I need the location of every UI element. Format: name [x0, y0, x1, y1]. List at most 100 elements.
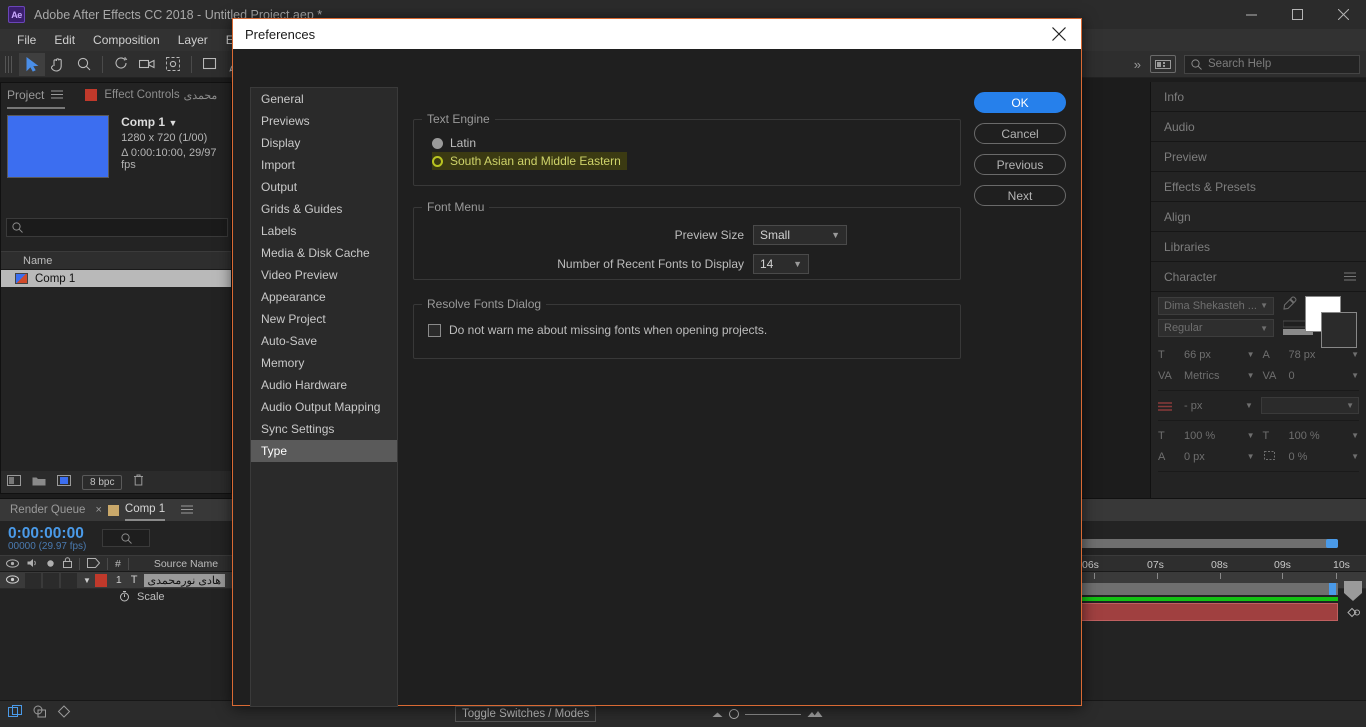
menu-composition[interactable]: Composition	[84, 33, 169, 47]
chevron-down-icon[interactable]: ▼	[1351, 452, 1359, 461]
fill-stroke-color-box[interactable]	[1305, 296, 1357, 348]
panel-menu-icon[interactable]	[181, 501, 194, 519]
pref-item-labels[interactable]: Labels	[251, 220, 397, 242]
pref-item-video-preview[interactable]: Video Preview	[251, 264, 397, 286]
cancel-button[interactable]: Cancel	[974, 123, 1066, 144]
panel-effects-presets[interactable]: Effects & Presets	[1151, 172, 1366, 202]
hand-tool[interactable]	[45, 53, 71, 76]
selection-tool[interactable]	[19, 52, 45, 76]
previous-button[interactable]: Previous	[974, 154, 1066, 175]
radio-latin[interactable]: Latin	[432, 134, 960, 152]
horizontal-scale-field[interactable]: T 100 % ▼	[1263, 430, 1360, 442]
menu-edit[interactable]: Edit	[45, 33, 84, 47]
toggle-switches-modes-button[interactable]: Toggle Switches / Modes	[455, 706, 597, 722]
work-area-bar[interactable]	[1080, 583, 1338, 595]
search-help-input[interactable]: Search Help	[1184, 54, 1360, 74]
expand-triangle-icon[interactable]: ▼	[83, 576, 91, 585]
ok-button[interactable]: OK	[974, 92, 1066, 113]
chevron-down-icon[interactable]: ▼	[168, 118, 177, 128]
stroke-color-swatch[interactable]	[1321, 312, 1357, 348]
panel-audio[interactable]: Audio	[1151, 112, 1366, 142]
stopwatch-icon[interactable]	[119, 590, 130, 605]
baseline-shift-field[interactable]: A 0 px ▼	[1158, 451, 1255, 463]
chevron-down-icon[interactable]: ▼	[1247, 452, 1255, 461]
chevron-down-icon[interactable]: ▼	[1351, 431, 1359, 440]
timeline-search-input[interactable]	[102, 529, 151, 547]
pref-item-appearance[interactable]: Appearance	[251, 286, 397, 308]
pref-item-new-project[interactable]: New Project	[251, 308, 397, 330]
panel-menu-icon[interactable]	[51, 86, 64, 104]
pref-item-memory[interactable]: Memory	[251, 352, 397, 374]
chevron-down-icon[interactable]: ▼	[1245, 401, 1253, 410]
pan-behind-tool[interactable]	[160, 53, 186, 76]
minimize-icon[interactable]	[1228, 0, 1274, 29]
pref-item-sync-settings[interactable]: Sync Settings	[251, 418, 397, 440]
missing-fonts-warning-checkbox-row[interactable]: Do not warn me about missing fonts when …	[428, 323, 960, 337]
missing-fonts-warning-checkbox[interactable]	[428, 323, 441, 337]
rotation-tool[interactable]	[108, 53, 134, 76]
layer-visibility-icon[interactable]	[0, 571, 25, 589]
camera-tool[interactable]	[134, 53, 160, 76]
panel-libraries[interactable]: Libraries	[1151, 232, 1366, 262]
panel-align[interactable]: Align	[1151, 202, 1366, 232]
workspace-button[interactable]	[1150, 55, 1176, 73]
timeline-ruler[interactable]: 06s 07s 08s 09s 10s	[1080, 559, 1366, 579]
pref-item-previews[interactable]: Previews	[251, 110, 397, 132]
layer-duration-bar[interactable]	[1080, 603, 1338, 621]
close-icon[interactable]	[1037, 19, 1081, 49]
tracking-field[interactable]: VA 0 ▼	[1263, 370, 1360, 382]
tab-project[interactable]: Project	[7, 88, 44, 102]
font-family-select[interactable]: Dima Shekasteh ... ▼	[1158, 296, 1274, 315]
pref-item-output[interactable]: Output	[251, 176, 397, 198]
chevron-down-icon[interactable]: ▼	[1247, 350, 1255, 359]
overflow-chevron-icon[interactable]: »	[1125, 57, 1150, 72]
new-composition-icon[interactable]	[57, 473, 71, 491]
layer-switches-icon[interactable]	[8, 705, 23, 723]
pref-item-import[interactable]: Import	[251, 154, 397, 176]
shape-tool[interactable]	[197, 53, 223, 76]
pref-item-display[interactable]: Display	[251, 132, 397, 154]
menu-layer[interactable]: Layer	[169, 33, 217, 47]
tab-comp-1[interactable]: Comp 1	[124, 499, 166, 521]
new-comp-icon[interactable]	[7, 473, 21, 491]
preview-size-select[interactable]: Small ▼	[753, 225, 847, 245]
pref-item-grids-guides[interactable]: Grids & Guides	[251, 198, 397, 220]
font-style-select[interactable]: Regular ▼	[1158, 319, 1274, 337]
zoom-slider-track[interactable]	[745, 713, 801, 715]
new-folder-icon[interactable]	[32, 473, 46, 491]
kerning-field[interactable]: VA Metrics ▼	[1158, 370, 1255, 382]
eyedropper-icon[interactable]	[1283, 296, 1297, 315]
vertical-scale-field[interactable]: T 100 % ▼	[1158, 430, 1255, 442]
toolbar-grip[interactable]	[5, 55, 14, 73]
project-search-input[interactable]	[6, 218, 228, 237]
maximize-icon[interactable]	[1274, 0, 1320, 29]
chevron-down-icon[interactable]: ▼	[1351, 350, 1359, 359]
current-time-indicator[interactable]	[1329, 583, 1336, 595]
zoom-tool[interactable]	[71, 53, 97, 76]
project-item-row[interactable]: Comp 1	[1, 270, 231, 287]
close-tab-icon[interactable]: ×	[95, 504, 101, 516]
pref-item-auto-save[interactable]: Auto-Save	[251, 330, 397, 352]
keyframe-navigator-icon[interactable]	[1344, 605, 1362, 620]
chevron-down-icon[interactable]: ▼	[1351, 371, 1359, 380]
delete-icon[interactable]	[133, 473, 144, 491]
pref-item-media-disk-cache[interactable]: Media & Disk Cache	[251, 242, 397, 264]
panel-character[interactable]: Character	[1151, 262, 1366, 292]
chevron-down-icon[interactable]: ▼	[1247, 371, 1255, 380]
leading-field[interactable]: A 78 px ▼	[1263, 349, 1360, 361]
tsume-field[interactable]: 0 % ▼	[1263, 451, 1359, 463]
layer-solo-toggle[interactable]	[43, 572, 59, 588]
transfer-controls-icon[interactable]	[33, 705, 47, 723]
zoom-out-icon[interactable]	[712, 705, 723, 723]
layer-name[interactable]: هادى نورمحمدى	[143, 573, 226, 587]
tab-effect-controls[interactable]: Effect Controls	[104, 89, 179, 101]
panel-menu-icon[interactable]	[1344, 270, 1356, 284]
pref-item-type[interactable]: Type	[251, 440, 397, 462]
font-size-field[interactable]: T 66 px ▼	[1158, 349, 1255, 361]
current-timecode[interactable]: 0:00:00:00	[8, 525, 86, 543]
panel-preview[interactable]: Preview	[1151, 142, 1366, 172]
layer-audio-toggle[interactable]	[25, 572, 41, 588]
chevron-down-icon[interactable]: ▼	[1247, 431, 1255, 440]
zoom-slider-knob[interactable]	[729, 709, 739, 719]
timeline-zoom-slider[interactable]	[712, 705, 823, 723]
